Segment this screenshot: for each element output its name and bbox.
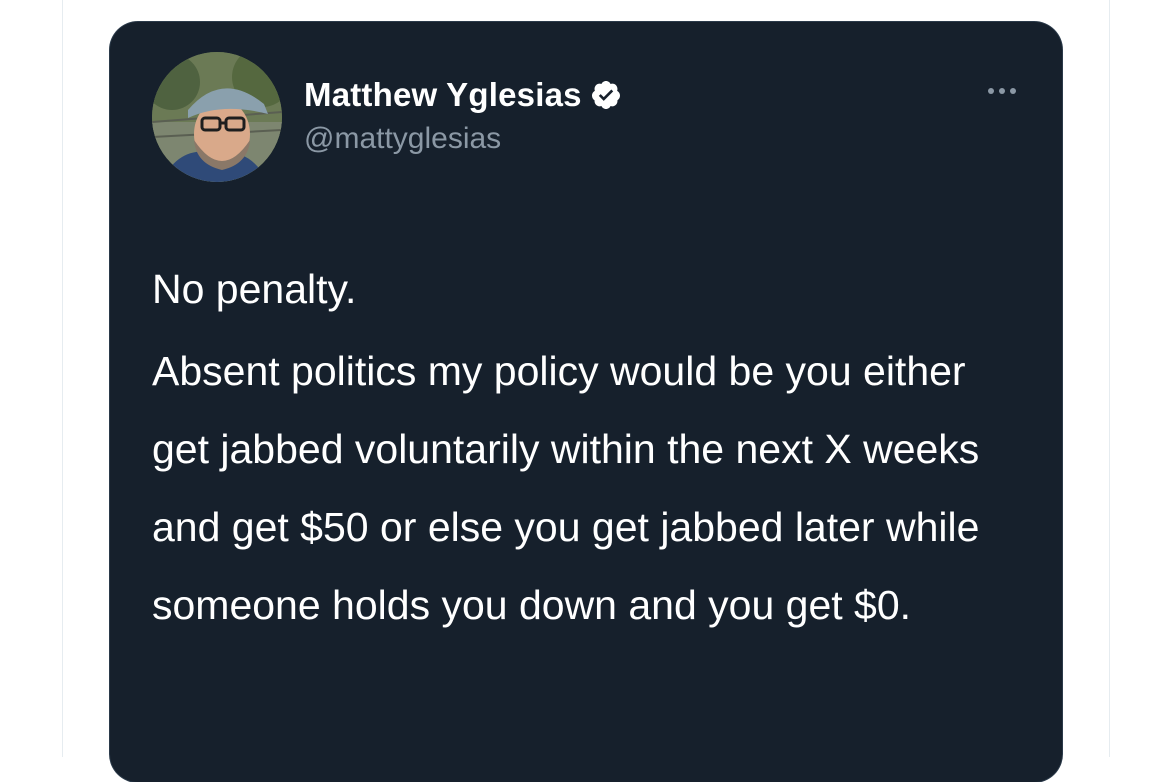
verified-badge-icon	[590, 79, 622, 111]
tweet-card[interactable]: Matthew Yglesias @mattyglesias No penalt…	[110, 22, 1062, 782]
author-name[interactable]: Matthew Yglesias	[304, 76, 582, 114]
avatar[interactable]	[152, 52, 282, 182]
author-handle[interactable]: @mattyglesias	[304, 122, 501, 156]
tweet-paragraph: Absent politics my policy would be you e…	[152, 348, 980, 628]
timeline-border-right	[1109, 0, 1110, 757]
more-options-icon[interactable]	[982, 82, 1022, 100]
author-name-row[interactable]: Matthew Yglesias	[304, 76, 622, 114]
tweet-text: No penalty. Absent politics my policy wo…	[152, 250, 1032, 644]
tweet-paragraph: No penalty.	[152, 266, 357, 312]
timeline-border-left	[62, 0, 63, 757]
